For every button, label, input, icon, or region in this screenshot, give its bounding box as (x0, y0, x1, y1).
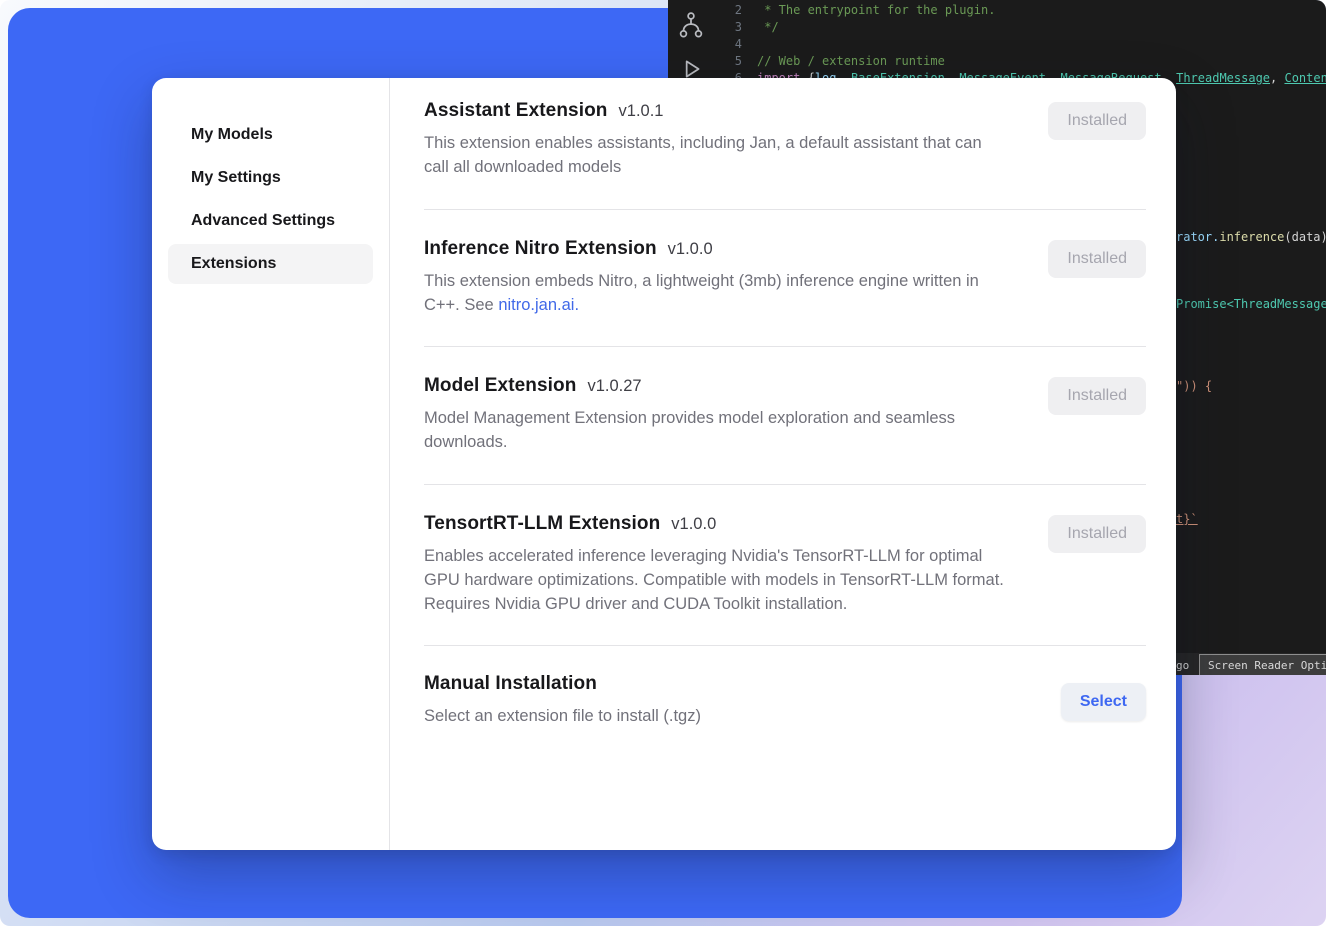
extension-info: Assistant Extension v1.0.1 This extensio… (424, 100, 1006, 180)
code-token-type: ContentType (1284, 71, 1326, 85)
code-fragment: ")) { (1176, 378, 1212, 395)
code-line: 4 (714, 36, 1326, 53)
sidebar-item-advanced-settings[interactable]: Advanced Settings (168, 201, 373, 241)
code-token-type: ThreadMessage (1176, 71, 1270, 85)
extension-title: TensortRT-LLM Extension (424, 513, 660, 535)
extension-title: Assistant Extension (424, 100, 608, 122)
code-token-comment: */ (757, 20, 779, 34)
line-number: 2 (714, 2, 742, 19)
code-token-comment: * The entrypoint for the plugin. (757, 3, 995, 17)
extension-row-tensorrt: TensortRT-LLM Extension v1.0.0 Enables a… (424, 485, 1146, 647)
sidebar-item-my-models[interactable]: My Models (168, 115, 373, 155)
code-line: 2 * The entrypoint for the plugin. (714, 2, 1326, 19)
code-token: rator. (1176, 230, 1219, 244)
screen-reader-chip: Screen Reader Optimized (1199, 654, 1326, 675)
settings-sidebar: My Models My Settings Advanced Settings … (152, 78, 390, 850)
status-text: go (1176, 657, 1189, 674)
sidebar-item-extensions[interactable]: Extensions (168, 244, 373, 284)
extension-title: Model Extension (424, 375, 576, 397)
code-line: 5 // Web / extension runtime (714, 53, 1326, 70)
code-fragment: t}` (1176, 511, 1198, 528)
nitro-link[interactable]: nitro.jan.ai. (498, 296, 579, 314)
code-token: (data)); (1284, 230, 1326, 244)
extension-row-nitro: Inference Nitro Extension v1.0.0 This ex… (424, 210, 1146, 348)
extension-title: Inference Nitro Extension (424, 238, 657, 260)
extension-version: v1.0.1 (619, 102, 664, 121)
select-file-button[interactable]: Select (1061, 683, 1146, 721)
extension-version: v1.0.27 (587, 377, 641, 396)
code-token: , (1270, 71, 1284, 85)
installed-button[interactable]: Installed (1048, 515, 1146, 553)
code-fragment: Promise<ThreadMessage> (1176, 296, 1326, 313)
installed-button[interactable]: Installed (1048, 240, 1146, 278)
line-number: 5 (714, 53, 742, 70)
manual-installation-row: Manual Installation Select an extension … (424, 646, 1146, 755)
installed-button[interactable]: Installed (1048, 377, 1146, 415)
extension-description: Model Management Extension provides mode… (424, 406, 1006, 455)
extension-version: v1.0.0 (671, 515, 716, 534)
code-line: 3 */ (714, 19, 1326, 36)
manual-installation-info: Manual Installation Select an extension … (424, 673, 701, 728)
installed-button[interactable]: Installed (1048, 102, 1146, 140)
code-token-comment: // Web / extension runtime (757, 54, 945, 68)
extension-info: TensortRT-LLM Extension v1.0.0 Enables a… (424, 513, 1006, 617)
sidebar-item-my-settings[interactable]: My Settings (168, 158, 373, 198)
extension-version: v1.0.0 (668, 240, 713, 259)
code-token-function: inference (1219, 230, 1284, 244)
code-fragment: rator.inference(data)); (1176, 229, 1326, 246)
extension-info: Model Extension v1.0.27 Model Management… (424, 375, 1006, 455)
settings-card: My Models My Settings Advanced Settings … (152, 78, 1176, 850)
extension-description: Enables accelerated inference leveraging… (424, 544, 1006, 617)
extension-row-assistant: Assistant Extension v1.0.1 This extensio… (424, 78, 1146, 210)
manual-installation-description: Select an extension file to install (.tg… (424, 704, 701, 728)
extension-description: This extension enables assistants, inclu… (424, 131, 1006, 180)
source-control-icon[interactable] (676, 10, 706, 40)
extension-description: This extension embeds Nitro, a lightweig… (424, 269, 1006, 318)
manual-installation-title: Manual Installation (424, 673, 597, 695)
code-area: 2 * The entrypoint for the plugin. 3 */ … (714, 2, 1326, 87)
extension-info: Inference Nitro Extension v1.0.0 This ex… (424, 238, 1006, 318)
app-window: 2 * The entrypoint for the plugin. 3 */ … (0, 0, 1326, 926)
extension-row-model: Model Extension v1.0.27 Model Management… (424, 347, 1146, 485)
line-number: 4 (714, 36, 742, 53)
line-number: 3 (714, 19, 742, 36)
extensions-panel: Assistant Extension v1.0.1 This extensio… (390, 78, 1176, 850)
